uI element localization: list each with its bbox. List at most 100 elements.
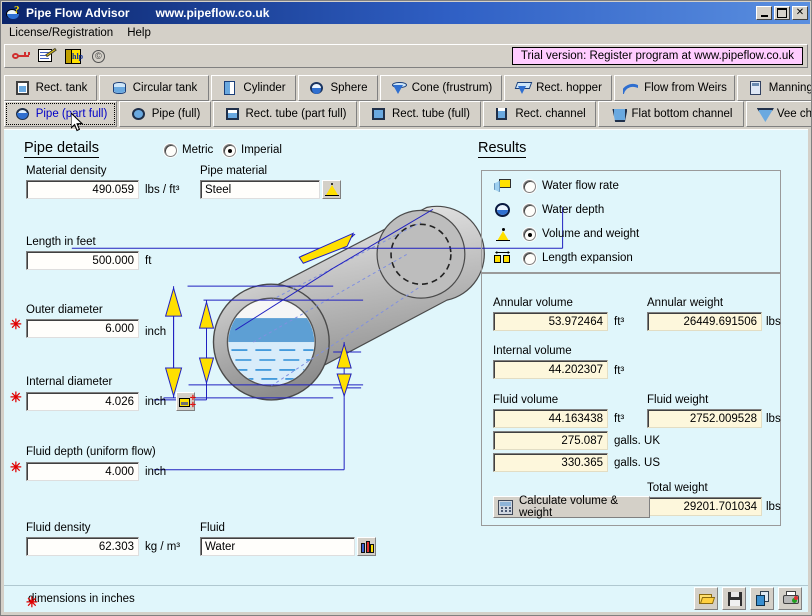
key-icon (12, 52, 30, 60)
tab-label: Pipe (full) (151, 108, 201, 120)
fluid-volume-value-galuk: 275.087 (493, 431, 608, 450)
copy-icon (756, 591, 770, 606)
tab-circular-tank[interactable]: Circular tank (99, 75, 209, 101)
app-logo-icon: ? (6, 4, 22, 21)
results-title: Results (478, 140, 527, 158)
fluid-density-input[interactable]: 62.303 (26, 537, 139, 556)
material-density-label: Material density (26, 165, 107, 177)
pipe-details-title: Pipe details (24, 140, 99, 158)
material-density-input[interactable]: 490.059 (26, 180, 139, 199)
size-picker-button[interactable]: ✛ ✛ (176, 392, 196, 411)
water-flow-rate-radio[interactable] (523, 180, 536, 193)
title-bar: ? Pipe Flow Advisor www.pipeflow.co.uk ✕ (2, 2, 810, 24)
tab-sphere[interactable]: Sphere (298, 75, 378, 101)
annular-weight-label: Annular weight (647, 297, 724, 309)
fluid-label: Fluid (200, 522, 225, 534)
annular-weight-value: 26449.691506 (647, 312, 762, 331)
tab-row-pipes: Pipe (part full) Pipe (full) Rect. tube … (4, 101, 811, 127)
internal-diameter-required-star: ✳ (10, 389, 22, 405)
volume-weight-icon (494, 226, 512, 243)
copy-button[interactable] (750, 587, 774, 610)
save-button[interactable] (722, 587, 746, 610)
window-title-url: www.pipeflow.co.uk (155, 6, 270, 20)
internal-volume-label: Internal volume (493, 345, 572, 357)
pipe-full-icon (130, 106, 147, 122)
tab-label: Rect. tank (35, 82, 88, 94)
volume-and-weight-radio[interactable] (523, 228, 536, 241)
metric-radio[interactable] (164, 144, 177, 157)
tab-rect-tube-full[interactable]: Rect. tube (full) (359, 101, 481, 127)
status-bar: ✳ dimensions in inches (4, 585, 808, 612)
window-title: Pipe Flow Advisor (26, 6, 130, 20)
imperial-label: Imperial (241, 144, 282, 156)
tab-flow-from-weirs[interactable]: Flow from Weirs (614, 75, 735, 101)
internal-diameter-input[interactable]: 4.026 (26, 392, 139, 411)
annular-volume-value: 53.972464 (493, 312, 608, 331)
circular-tank-icon (111, 80, 128, 96)
minimize-button[interactable] (756, 6, 772, 20)
menu-item-help[interactable]: Help (120, 25, 158, 41)
length-expansion-radio[interactable] (523, 252, 536, 265)
save-icon (728, 592, 742, 606)
tab-rect-channel[interactable]: Rect. channel (483, 101, 596, 127)
tab-cylinder[interactable]: Cylinder (211, 75, 296, 101)
close-button[interactable]: ✕ (792, 6, 808, 20)
cylinder-icon (221, 80, 238, 96)
tab-label: Circular tank (132, 82, 198, 94)
tab-rect-hopper[interactable]: Rect. hopper (504, 75, 612, 101)
length-input[interactable]: 500.000 (26, 251, 139, 270)
menu-bar: License/Registration Help (2, 24, 810, 42)
flat-bottom-channel-icon (609, 106, 626, 122)
application-window: ? Pipe Flow Advisor www.pipeflow.co.uk ✕… (0, 0, 812, 616)
water-depth-radio[interactable] (523, 204, 536, 217)
tab-flat-bottom-channel[interactable]: Flat bottom channel (598, 101, 744, 127)
outer-diameter-input[interactable]: 6.000 (26, 319, 139, 338)
material-picker-icon (326, 185, 338, 195)
fluid-depth-input[interactable]: 4.000 (26, 462, 139, 481)
fluid-weight-label: Fluid weight (647, 394, 709, 406)
pipe-part-full-icon (14, 106, 31, 122)
fluid-weight-unit: lbs (766, 413, 781, 425)
register-icon (38, 47, 57, 64)
imperial-radio[interactable] (223, 144, 236, 157)
fluid-depth-required-star: ✳ (10, 459, 22, 475)
fluid-input[interactable]: Water (200, 537, 355, 556)
fluid-volume-value-cuft: 44.163438 (493, 409, 608, 428)
tab-rect-tank[interactable]: Rect. tank (4, 75, 97, 101)
window-controls: ✕ (756, 6, 808, 20)
size-picker-icon: ✛ ✛ (179, 395, 196, 409)
status-bar-buttons (694, 587, 802, 610)
toolbar-about-button[interactable]: © (87, 45, 111, 67)
length-expansion-icon (494, 250, 512, 267)
tab-label: Rect. tube (part full) (245, 108, 347, 120)
tab-pipe-part-full[interactable]: Pipe (part full) (4, 101, 117, 127)
tab-label: Flow from Weirs (644, 82, 727, 94)
required-legend-star: ✳ (26, 594, 38, 610)
toolbar-help-button[interactable]: hlp (61, 45, 85, 67)
tab-manning-calculator[interactable]: Manning calculator (737, 75, 811, 101)
toolbar-register-button[interactable] (35, 45, 59, 67)
maximize-button[interactable] (774, 6, 790, 20)
total-weight-value: 29201.701034 (647, 497, 762, 516)
tab-vee-channel[interactable]: Vee channel (746, 101, 811, 127)
open-icon (699, 592, 716, 605)
fluid-volume-unit-galus: galls. US (614, 457, 661, 469)
open-button[interactable] (694, 587, 718, 610)
fluid-volume-unit-galuk: galls. UK (614, 435, 661, 447)
material-picker-button[interactable] (322, 180, 341, 199)
print-button[interactable] (778, 587, 802, 610)
tab-pipe-full[interactable]: Pipe (full) (119, 101, 211, 127)
water-depth-label: Water depth (542, 204, 605, 216)
annular-weight-unit: lbs (766, 316, 781, 328)
pipe-material-input[interactable]: Steel (200, 180, 320, 199)
fluid-picker-button[interactable] (357, 537, 376, 556)
calculate-volume-weight-button[interactable]: Calculate volume & weight (493, 495, 650, 519)
tab-label: Rect. hopper (536, 82, 602, 94)
tab-rect-tube-part-full[interactable]: Rect. tube (part full) (213, 101, 357, 127)
tab-cone-frustrum[interactable]: Cone (frustrum) (380, 75, 502, 101)
tab-label: Cylinder (243, 82, 286, 94)
toolbar-license-key-button[interactable] (9, 45, 33, 67)
calculate-button-label: Calculate volume & weight (519, 495, 619, 519)
print-icon (783, 591, 799, 606)
menu-item-license-registration[interactable]: License/Registration (2, 25, 120, 41)
